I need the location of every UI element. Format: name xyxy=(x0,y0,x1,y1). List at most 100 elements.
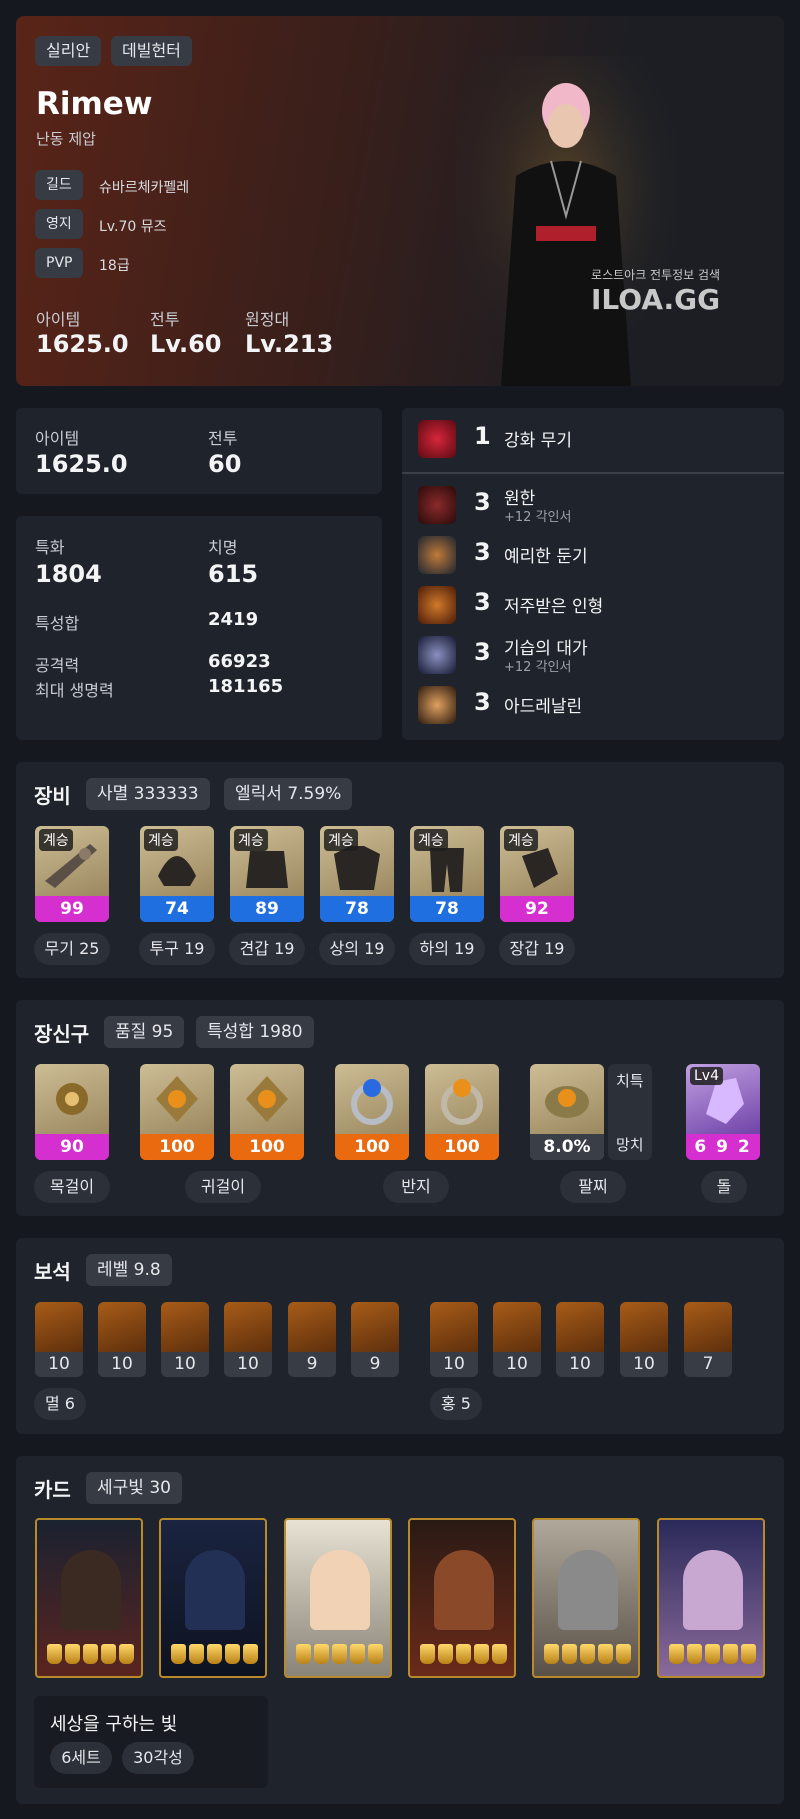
card-angel-icon xyxy=(310,1550,370,1630)
ring-slot-2[interactable]: 100 xyxy=(425,1064,499,1160)
earring-label: 귀걸이 xyxy=(185,1171,261,1203)
shoulder-slot[interactable]: 계승 89 xyxy=(230,826,304,922)
server-badge: 실리안 xyxy=(35,36,102,66)
moon-blade-icon xyxy=(418,636,456,674)
gem-slot[interactable]: 9 xyxy=(288,1302,336,1377)
quality-bar: 6 9 2 xyxy=(686,1134,760,1160)
summary-item-level: 1625.0 xyxy=(35,450,128,478)
gem-slot[interactable]: 10 xyxy=(224,1302,272,1377)
crimson-gem-icon xyxy=(620,1302,668,1352)
necklace-label: 목걸이 xyxy=(34,1171,110,1203)
card-slot[interactable] xyxy=(35,1518,143,1678)
spec-label: 특화 xyxy=(35,538,65,557)
pvp-value: 18급 xyxy=(99,258,130,274)
accessories-stat-pill: 특성합 1980 xyxy=(196,1016,314,1048)
estate-value: Lv.70 뮤즈 xyxy=(99,219,167,235)
quality-bar: 90 xyxy=(35,1134,109,1160)
header-item-level: 1625.0 xyxy=(36,330,129,358)
awakening-gems xyxy=(544,1644,631,1664)
accessories-quality-pill: 품질 95 xyxy=(104,1016,185,1048)
estate-label: 영지 xyxy=(35,209,83,239)
card-slot[interactable] xyxy=(408,1518,516,1678)
card-slot[interactable] xyxy=(284,1518,392,1678)
profile-banner: 로스트아크 전투정보 검색 ILOA.GG xyxy=(16,16,784,386)
quality-bar: 78 xyxy=(320,896,394,922)
gem-slot[interactable]: 10 xyxy=(620,1302,668,1377)
crimson-gem-icon xyxy=(684,1302,732,1352)
helmet-slot[interactable]: 계승 74 xyxy=(140,826,214,922)
doom-gem-icon xyxy=(224,1302,272,1352)
gem-slot[interactable]: 7 xyxy=(684,1302,732,1377)
accessories-title: 장신구 xyxy=(34,1022,90,1046)
burst-man-icon xyxy=(418,686,456,724)
card-twin-goddess-icon xyxy=(683,1550,743,1630)
earring-slot-2[interactable]: 100 xyxy=(230,1064,304,1160)
card-silver-knight-icon xyxy=(558,1550,618,1630)
gem-slot[interactable]: 10 xyxy=(35,1302,83,1377)
header-combat-level: Lv.60 xyxy=(150,330,222,358)
bracelet-slot[interactable]: 8.0% xyxy=(530,1064,604,1160)
gem-slot[interactable]: 10 xyxy=(161,1302,209,1377)
stat-total-value: 2419 xyxy=(208,609,259,630)
class-badge: 데빌헌터 xyxy=(111,36,192,66)
gem-slot[interactable]: 10 xyxy=(556,1302,604,1377)
summary-combat-level: 60 xyxy=(208,450,242,478)
quality-bar: 78 xyxy=(410,896,484,922)
shoulder-label: 견갑 19 xyxy=(229,933,305,965)
quality-bar: 100 xyxy=(140,1134,214,1160)
stone-slot[interactable]: Lv4 6 9 2 xyxy=(686,1064,760,1160)
ring-blue-icon xyxy=(335,1064,409,1134)
header-combat-label: 전투 xyxy=(150,310,180,329)
crimson-gem-icon xyxy=(430,1302,478,1352)
gem-slot[interactable]: 10 xyxy=(98,1302,146,1377)
quality-bar: 92 xyxy=(500,896,574,922)
pants-slot[interactable]: 계승 78 xyxy=(410,826,484,922)
character-name: Rimew xyxy=(36,86,153,122)
quality-bar: 100 xyxy=(425,1134,499,1160)
stone-label: 돌 xyxy=(701,1171,747,1203)
doom-gem-icon xyxy=(288,1302,336,1352)
awakening-gems xyxy=(296,1644,383,1664)
crimson-gem-icon xyxy=(493,1302,541,1352)
hp-value: 181165 xyxy=(208,676,284,697)
card-set-count: 6세트 xyxy=(50,1742,112,1774)
bracelet-stats: 치특 망치 xyxy=(608,1064,652,1160)
crimson-gem-count: 홍 5 xyxy=(430,1388,482,1420)
doom-gem-count: 멸 6 xyxy=(34,1388,86,1420)
stone-level-tag: Lv4 xyxy=(690,1067,723,1085)
summary-combat-label: 전투 xyxy=(208,429,238,448)
card-slot[interactable] xyxy=(657,1518,765,1678)
chest-label: 상의 19 xyxy=(319,933,395,965)
engravings-panel: 1 강화 무기 3 원한 +12 각인서 3 예리한 둔기 3 저주받은 인형 … xyxy=(402,408,784,740)
watermark: 로스트아크 전투정보 검색 ILOA.GG xyxy=(591,268,721,316)
spec-value: 1804 xyxy=(35,560,102,588)
awakening-gems xyxy=(47,1644,134,1664)
guild-label: 길드 xyxy=(35,170,83,200)
necklace-slot[interactable]: 90 xyxy=(35,1064,109,1160)
necklace-icon xyxy=(35,1064,109,1134)
helmet-label: 투구 19 xyxy=(139,933,215,965)
card-set-awaken: 30각성 xyxy=(122,1742,194,1774)
card-hooded-man-icon xyxy=(61,1550,121,1630)
ring-label: 반지 xyxy=(383,1171,449,1203)
pvp-label: PVP xyxy=(35,248,84,278)
quality-bar: 89 xyxy=(230,896,304,922)
doom-gem-icon xyxy=(35,1302,83,1352)
weapon-slot[interactable]: 계승 99 xyxy=(35,826,109,922)
card-slot[interactable] xyxy=(532,1518,640,1678)
quality-bar: 100 xyxy=(230,1134,304,1160)
header-expedition-label: 원정대 xyxy=(245,310,290,329)
equipment-elixir-pill: 엘릭서 7.59% xyxy=(224,778,353,810)
gem-slot[interactable]: 9 xyxy=(351,1302,399,1377)
header-item-label: 아이템 xyxy=(36,310,81,329)
earring-slot-1[interactable]: 100 xyxy=(140,1064,214,1160)
ring-slot-1[interactable]: 100 xyxy=(335,1064,409,1160)
attack-label: 공격력 xyxy=(35,656,80,675)
dark-orb-icon xyxy=(418,536,456,574)
gem-slot[interactable]: 10 xyxy=(430,1302,478,1377)
gem-slot[interactable]: 10 xyxy=(493,1302,541,1377)
doom-gem-icon xyxy=(98,1302,146,1352)
gloves-slot[interactable]: 계승 92 xyxy=(500,826,574,922)
chest-slot[interactable]: 계승 78 xyxy=(320,826,394,922)
card-slot[interactable] xyxy=(159,1518,267,1678)
